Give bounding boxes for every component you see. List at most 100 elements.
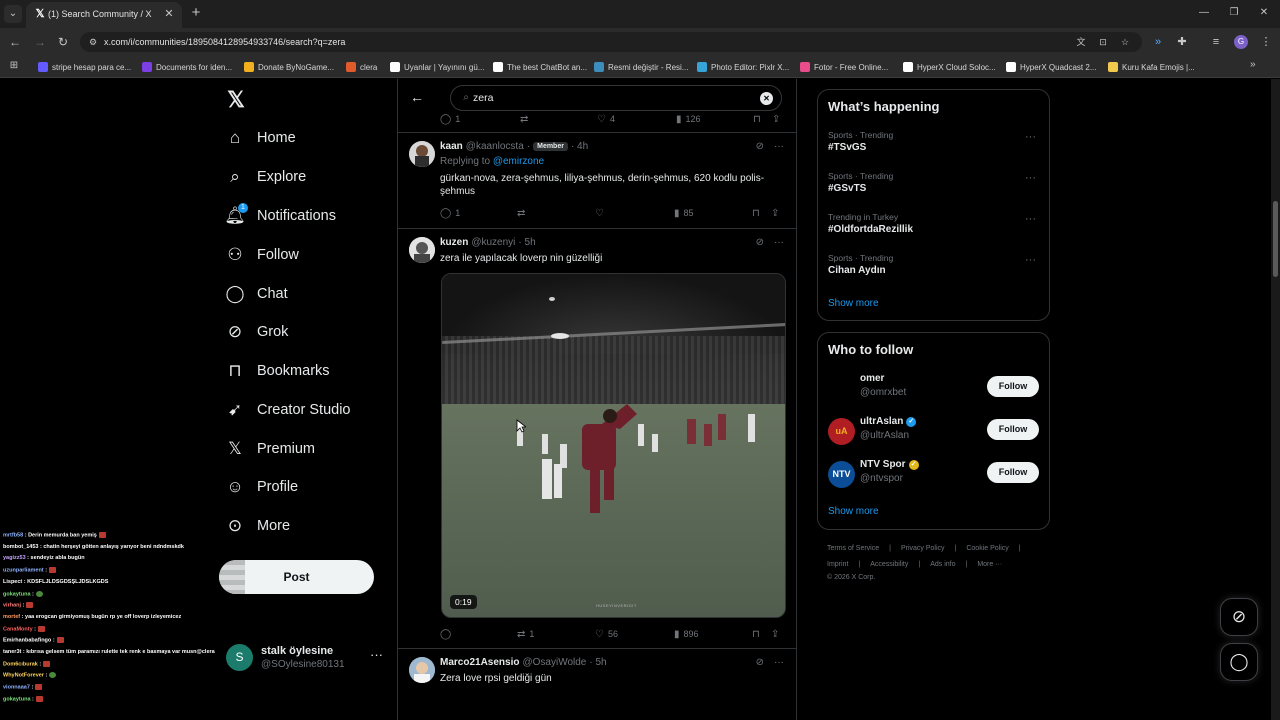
nav-item-creator-studio[interactable]: ➹ Creator Studio <box>224 397 351 423</box>
suggested-account-name[interactable]: ultrAslan ✓ <box>860 416 917 427</box>
bookmark-item[interactable]: Donate ByNoGame... <box>244 60 334 74</box>
avatar[interactable]: NTV <box>828 461 855 488</box>
repost-action[interactable]: ⇄ <box>517 206 525 220</box>
window-close-button[interactable]: ✕ <box>1256 6 1272 20</box>
avatar[interactable] <box>409 237 435 263</box>
avatar[interactable] <box>409 657 435 683</box>
browser-tab[interactable]: 𝕏 (1) Search Community / X ✕ <box>26 2 182 28</box>
profile-avatar[interactable]: G <box>1234 35 1248 49</box>
footer-link[interactable]: Ads info <box>930 561 955 568</box>
search-input[interactable]: ⌕ zera ✕ <box>450 85 782 111</box>
back-arrow-icon[interactable]: ← <box>409 89 425 105</box>
tweet-time[interactable]: · 5h <box>589 657 606 668</box>
tweet-author-handle[interactable]: @kuzenyi <box>471 237 515 248</box>
like-action[interactable]: ♡ <box>595 206 604 220</box>
tweet[interactable]: kaan @kaanlocsta · Member · 4h ⊘ ··· Rep… <box>398 133 796 229</box>
share-action[interactable]: ⇪ <box>772 112 780 126</box>
account-switcher[interactable]: S stalk öylesine @SOylesine80131 ··· <box>226 643 386 673</box>
reply-action[interactable]: ◯ 1 <box>440 112 460 126</box>
tweet-time[interactable]: · 4h <box>571 141 588 152</box>
footer-link[interactable]: Imprint <box>827 561 848 568</box>
bookmark-action[interactable]: ⊓ <box>752 206 760 220</box>
nav-item-bookmarks[interactable]: ⊓ Bookmarks <box>224 358 329 384</box>
translate-icon[interactable]: 文 <box>1075 36 1087 48</box>
scrollbar-thumb[interactable] <box>1273 201 1278 277</box>
bookmark-star-icon[interactable]: ☆ <box>1119 36 1131 48</box>
suggested-account-name[interactable]: NTV Spor ✓ <box>860 459 919 470</box>
avatar[interactable]: uA <box>828 418 855 445</box>
bookmark-item[interactable]: HyperX Cloud Soloc... <box>903 60 996 74</box>
nav-item-home[interactable]: ⌂ Home <box>224 125 296 151</box>
more-dots-icon[interactable]: ··· <box>774 237 784 248</box>
bookmark-action[interactable]: ⊓ <box>753 112 761 126</box>
nav-item-notifications[interactable]: 🔔︎ 1 Notifications <box>224 203 336 229</box>
like-action[interactable]: ♡ 56 <box>595 627 618 641</box>
avatar[interactable] <box>409 141 435 167</box>
video-player[interactable]: 0:19 HUSEYINVERIGIT <box>441 273 786 618</box>
tweet[interactable]: kuzen @kuzenyi · 5h ⊘ ··· zera ile yapıl… <box>398 229 796 649</box>
views-action[interactable]: ▮ 85 <box>674 206 694 220</box>
new-tab-button[interactable]: + <box>188 5 204 21</box>
more-dots-icon[interactable]: ··· <box>370 647 383 662</box>
apps-grid-icon[interactable]: ⊞ <box>8 60 20 72</box>
nav-item-explore[interactable]: ⌕ Explore <box>224 164 306 190</box>
repost-action[interactable]: ⇄ <box>520 112 528 126</box>
share-action[interactable]: ⇪ <box>771 206 779 220</box>
back-button[interactable]: ← <box>7 34 23 50</box>
bookmark-item[interactable]: Documents for iden... <box>142 60 232 74</box>
tweet[interactable]: Marco21Asensio @OsayiWolde · 5h ⊘ ··· Ze… <box>398 649 796 720</box>
nav-item-follow[interactable]: ⚇ Follow <box>224 242 299 268</box>
chat-floating-button[interactable]: ◯ <box>1220 643 1258 681</box>
tweet-author-name[interactable]: Marco21Asensio <box>440 657 519 668</box>
more-dots-icon[interactable]: ··· <box>1025 254 1036 266</box>
reply-action[interactable]: ◯ <box>440 627 451 641</box>
more-dots-icon[interactable]: ··· <box>1025 213 1036 225</box>
follow-button[interactable]: Follow <box>987 462 1039 483</box>
bookmark-item[interactable]: HyperX Quadcast 2... <box>1006 60 1096 74</box>
bookmark-item[interactable]: stripe hesap para ce... <box>38 60 131 74</box>
grok-icon[interactable]: ⊘ <box>756 141 764 152</box>
tab-close-icon[interactable]: ✕ <box>162 7 176 21</box>
views-action[interactable]: ▮ 896 <box>674 627 699 641</box>
more-dots-icon[interactable]: ··· <box>1025 131 1036 143</box>
extension-icon[interactable]: » <box>1150 34 1166 50</box>
bookmark-item[interactable]: Fotor - Free Online... <box>800 60 888 74</box>
install-app-icon[interactable]: ⊡ <box>1097 36 1109 48</box>
footer-link[interactable]: More ··· <box>977 561 1002 568</box>
bookmark-item[interactable]: Resmi değiştir - Resi... <box>594 60 688 74</box>
bookmark-item[interactable]: Photo Editor: Pixlr X... <box>697 60 789 74</box>
bookmark-item[interactable]: clera <box>346 60 377 74</box>
footer-link[interactable]: Privacy Policy <box>901 545 945 552</box>
tweet-time[interactable]: · 5h <box>518 237 535 248</box>
restore-button[interactable]: ❐ <box>1226 6 1242 20</box>
footer-link[interactable]: Terms of Service <box>827 545 879 552</box>
suggested-account-name[interactable]: omer <box>860 373 884 384</box>
site-info-icon[interactable]: ⚙ <box>87 36 99 48</box>
footer-link[interactable]: Accessibility <box>870 561 908 568</box>
grok-icon[interactable]: ⊘ <box>756 657 764 668</box>
trend-name[interactable]: Cihan Aydın <box>828 265 886 276</box>
bookmark-item[interactable]: Uyanlar | Yayınını gü... <box>390 60 485 74</box>
bookmark-action[interactable]: ⊓ <box>752 627 760 641</box>
bookmark-item[interactable]: Kuru Kafa Emojis |... <box>1108 60 1195 74</box>
reload-button[interactable]: ↻ <box>55 34 71 50</box>
grok-floating-button[interactable]: ⊘ <box>1220 598 1258 636</box>
tab-search-button[interactable]: ⌄ <box>4 5 22 23</box>
nav-item-grok[interactable]: ⊘ Grok <box>224 319 289 345</box>
minimize-button[interactable]: — <box>1196 6 1212 20</box>
more-dots-icon[interactable]: ··· <box>774 141 784 152</box>
repost-action[interactable]: ⇄ 1 <box>517 627 534 641</box>
avatar[interactable] <box>828 375 855 402</box>
media-controls-icon[interactable]: ≡ <box>1208 34 1224 50</box>
browser-menu-icon[interactable]: ⋮ <box>1258 34 1274 50</box>
clear-search-icon[interactable]: ✕ <box>760 92 773 105</box>
show-more-link[interactable]: Show more <box>828 506 879 517</box>
show-more-link[interactable]: Show more <box>828 298 879 309</box>
trend-name[interactable]: #OldfortdaRezillik <box>828 224 913 235</box>
tweet-author-name[interactable]: kaan <box>440 141 463 152</box>
follow-button[interactable]: Follow <box>987 419 1039 440</box>
like-action[interactable]: ♡ 4 <box>597 112 615 126</box>
forward-button[interactable]: → <box>32 34 48 50</box>
tweet-author-handle[interactable]: @OsayiWolde <box>522 657 586 668</box>
address-bar[interactable]: ⚙ x.com/i/communities/189508412895493374… <box>80 32 1142 52</box>
